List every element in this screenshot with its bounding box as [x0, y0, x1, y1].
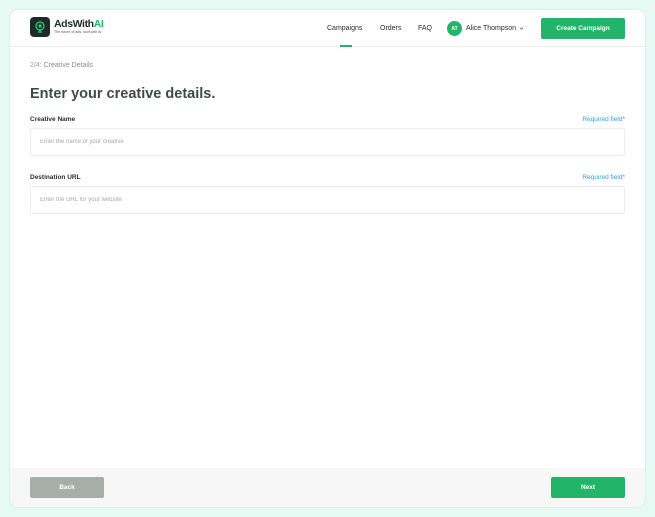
chevron-down-icon: [519, 27, 524, 30]
nav-faq-label: FAQ: [418, 25, 433, 32]
nav-orders-label: Orders: [380, 25, 402, 32]
brand-tagline: The future of ads, built with AI: [54, 30, 102, 34]
next-button[interactable]: Next: [551, 477, 625, 498]
creative-name-required-note: Required field*: [582, 116, 625, 123]
creative-name-input[interactable]: [30, 128, 625, 156]
app-window: AdsWithAI The future of ads, built with …: [10, 10, 645, 507]
nav-orders[interactable]: Orders: [380, 10, 401, 47]
nav-campaigns[interactable]: Campaigns: [327, 10, 362, 47]
brand-name: AdsWithAI: [54, 18, 104, 30]
back-button[interactable]: Back: [30, 477, 104, 498]
create-campaign-button[interactable]: Create Campaign: [541, 18, 625, 39]
page-title: Enter your creative details.: [30, 86, 216, 102]
creative-name-label: Creative Name: [30, 116, 76, 123]
nav-campaigns-label: Campaigns: [327, 25, 363, 32]
user-name: Alice Thompson: [466, 25, 517, 32]
avatar: AT: [447, 21, 462, 36]
brand-logo[interactable]: AdsWithAI The future of ads, built with …: [30, 17, 104, 37]
wizard-footer: Back Next: [10, 468, 645, 507]
user-menu[interactable]: AT Alice Thompson: [447, 21, 524, 36]
top-navbar: AdsWithAI The future of ads, built with …: [10, 10, 645, 47]
brain-icon: [30, 17, 50, 37]
breadcrumb-label: Creative Details: [43, 62, 94, 69]
nav-faq[interactable]: FAQ: [418, 10, 432, 47]
destination-url-label: Destination URL: [30, 174, 81, 181]
destination-url-input[interactable]: [30, 186, 625, 214]
breadcrumb: 2/4: Creative Details: [30, 62, 93, 69]
active-tab-indicator: [340, 45, 352, 47]
destination-url-required-note: Required field*: [582, 174, 625, 181]
breadcrumb-step: 2/4:: [30, 62, 42, 69]
